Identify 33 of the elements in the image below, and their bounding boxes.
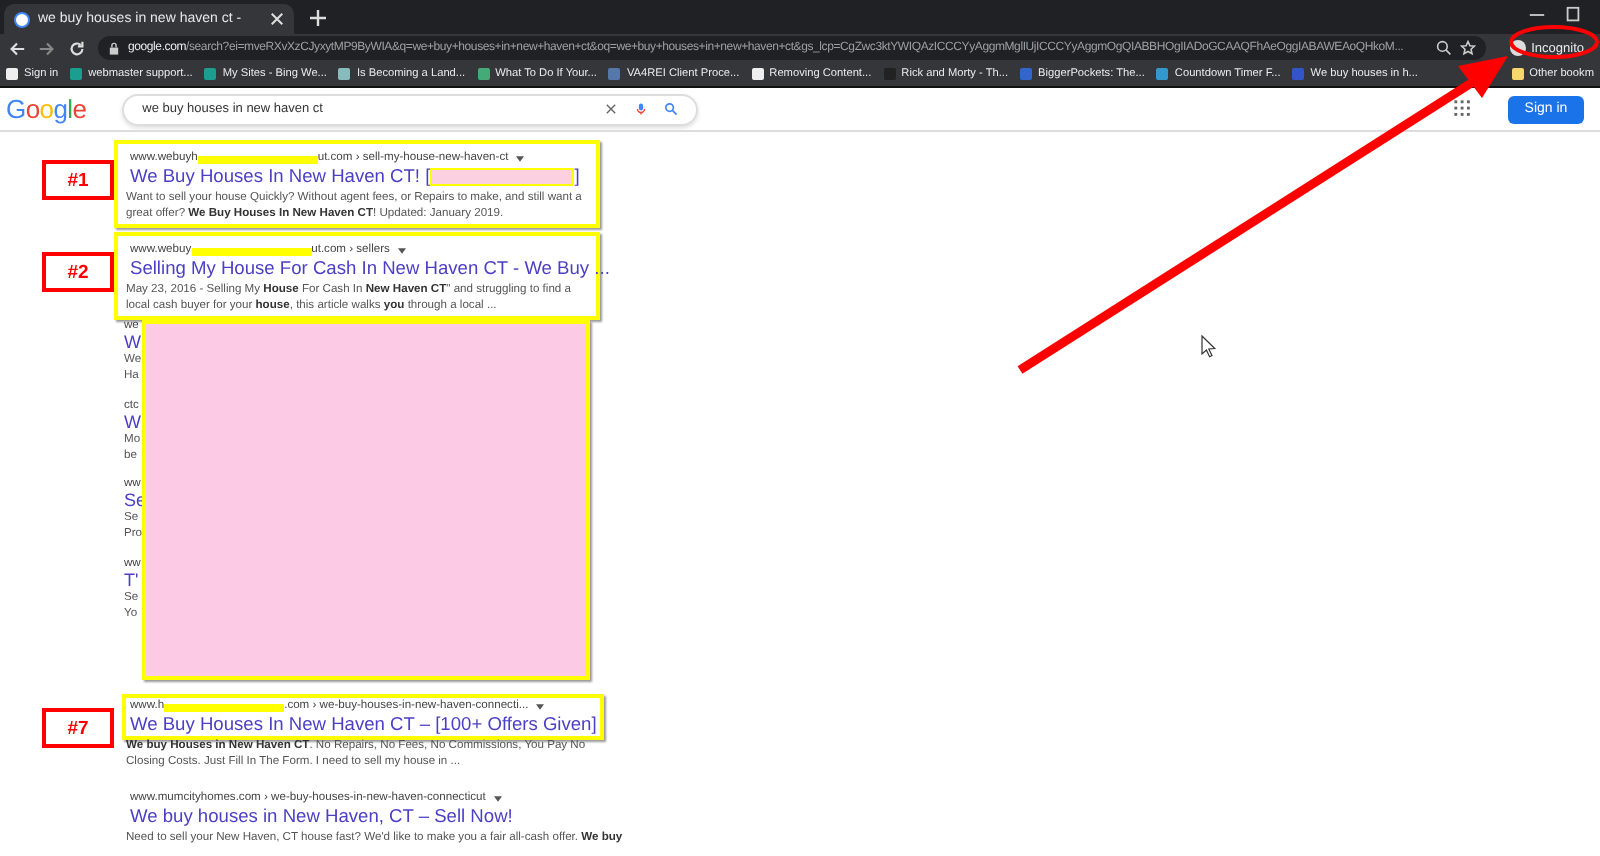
caret-icon[interactable]: [493, 795, 502, 802]
result-title[interactable]: W: [124, 332, 142, 355]
back-icon[interactable]: [8, 39, 26, 57]
annotation-ellipse: [1509, 25, 1599, 59]
redaction-mark: [164, 704, 285, 713]
new-tab-icon[interactable]: [310, 10, 326, 26]
cursor-icon: [1201, 334, 1217, 358]
apps-grid-icon[interactable]: [1454, 100, 1472, 118]
lock-icon: [108, 41, 120, 55]
star-icon[interactable]: [1459, 40, 1476, 56]
clear-icon[interactable]: [604, 102, 619, 116]
caret-icon[interactable]: [536, 703, 545, 710]
result-title[interactable]: We buy houses in New Haven, CT – Sell Now!: [130, 806, 513, 829]
reload-icon[interactable]: [68, 39, 86, 57]
maximize-icon[interactable]: [1564, 6, 1582, 24]
result-title[interactable]: We Buy Houses In New Haven CT! [: [130, 166, 431, 188]
google-logo[interactable]: Google: [6, 94, 87, 124]
annotation-label: #7: [42, 708, 114, 749]
result-title[interactable]: T': [124, 570, 142, 592]
redaction-mark: [191, 248, 312, 257]
caret-icon[interactable]: [397, 247, 406, 254]
forward-icon[interactable]: [38, 39, 56, 57]
result-title[interactable]: We Buy Houses In New Haven CT – [100+ Offers Given]: [130, 714, 597, 737]
search-icon[interactable]: [1435, 40, 1452, 56]
microphone-icon[interactable]: [634, 102, 649, 116]
result-title[interactable]: ]: [574, 166, 580, 188]
annotation-label: #2: [42, 252, 114, 293]
result-title[interactable]: Selling My House For Cash In New Haven CT - We Buy ...: [130, 258, 610, 281]
caret-icon[interactable]: [516, 155, 525, 161]
result-title[interactable]: W: [124, 411, 142, 434]
close-icon[interactable]: [270, 12, 284, 26]
annotation-label: #1: [42, 160, 114, 200]
redaction-mark: [197, 156, 318, 164]
